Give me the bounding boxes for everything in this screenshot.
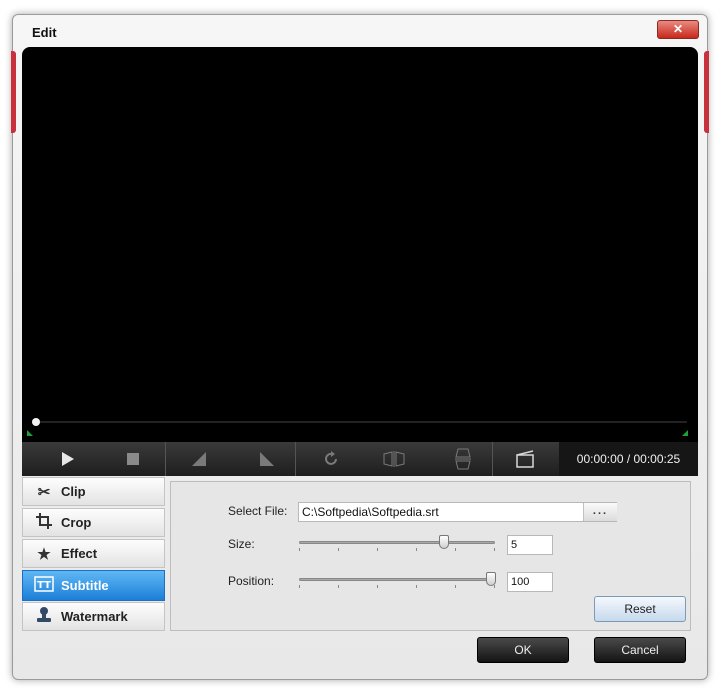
position-slider[interactable] — [299, 578, 495, 581]
player-toolbar: 00:00:00 / 00:00:25 — [22, 442, 698, 476]
browse-button[interactable]: ... — [583, 503, 617, 521]
position-value-field[interactable]: 100 — [507, 572, 553, 592]
tab-watermark[interactable]: Watermark — [22, 602, 165, 631]
tab-label: Watermark — [61, 609, 128, 624]
time-display: 00:00:00 / 00:00:25 — [559, 442, 698, 476]
svg-text:TT: TT — [37, 580, 51, 591]
position-slider-ticks — [299, 585, 495, 589]
seek-handle[interactable] — [32, 418, 40, 426]
reset-button[interactable]: Reset — [594, 596, 686, 622]
tab-label: Subtitle — [61, 578, 109, 593]
tab-label: Clip — [61, 484, 86, 499]
cancel-button[interactable]: Cancel — [594, 637, 686, 663]
size-slider-thumb[interactable] — [439, 535, 449, 549]
close-button[interactable]: ✕ — [657, 20, 699, 39]
size-label: Size: — [228, 537, 255, 551]
rotate-right-corner-icon[interactable] — [250, 442, 284, 476]
play-icon[interactable] — [50, 442, 84, 476]
stamp-icon — [33, 606, 55, 628]
stop-icon[interactable] — [116, 442, 150, 476]
ok-button[interactable]: OK — [477, 637, 569, 663]
window-accent-right — [704, 51, 709, 133]
crop-icon — [33, 512, 55, 533]
tab-crop[interactable]: Crop — [22, 508, 165, 537]
start-marker-icon[interactable] — [27, 430, 33, 436]
edit-dialog: Edit ✕ 00:00:00 / 00:00:25 ✂ Clip Crop ★… — [11, 14, 709, 680]
tab-label: Crop — [61, 515, 92, 530]
position-slider-thumb[interactable] — [486, 572, 496, 586]
star-icon: ★ — [37, 545, 51, 563]
size-slider-ticks — [299, 548, 495, 552]
select-file-label: Select File: — [228, 504, 288, 518]
seek-bar[interactable] — [32, 421, 687, 423]
tab-subtitle[interactable]: TT Subtitle — [22, 570, 165, 601]
subtitle-file-path-field[interactable]: C:\Softpedia\Softpedia.srt — [298, 502, 617, 522]
scissors-icon: ✂ — [37, 483, 51, 501]
rotate-left-corner-icon[interactable] — [182, 442, 216, 476]
end-marker-icon[interactable] — [682, 430, 688, 436]
size-slider[interactable] — [299, 541, 495, 544]
rotate-icon[interactable] — [314, 442, 348, 476]
flip-horizontal-icon[interactable] — [377, 442, 411, 476]
subtitle-icon: TT — [33, 575, 55, 596]
size-value-field[interactable]: 5 — [507, 535, 553, 555]
video-preview — [22, 47, 698, 475]
window-title: Edit — [32, 25, 57, 40]
subtitle-panel: Select File: C:\Softpedia\Softpedia.srt … — [170, 481, 691, 631]
position-label: Position: — [228, 574, 275, 588]
window-accent-left — [11, 51, 16, 133]
snapshot-icon[interactable] — [508, 442, 542, 476]
edit-tabs: ✂ Clip Crop ★ Effect TT Subtitle Waterma… — [22, 477, 166, 631]
tab-clip[interactable]: ✂ Clip — [22, 477, 165, 506]
tab-effect[interactable]: ★ Effect — [22, 539, 165, 568]
flip-vertical-icon[interactable] — [446, 442, 480, 476]
tab-label: Effect — [61, 546, 98, 561]
